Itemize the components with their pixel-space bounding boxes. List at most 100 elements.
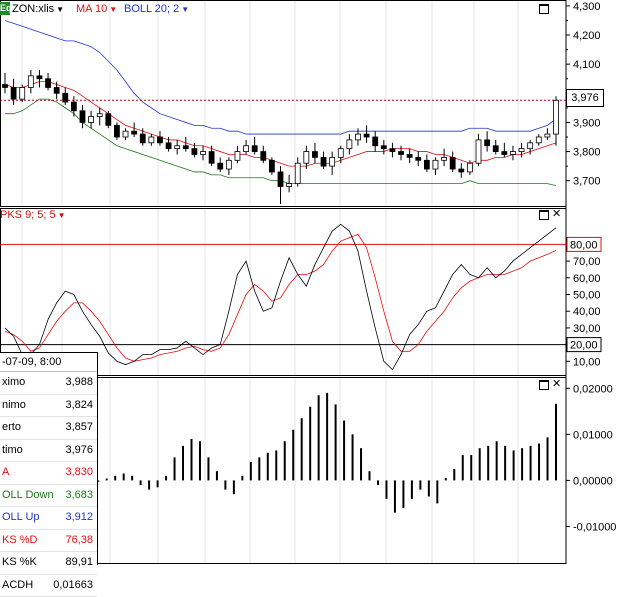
candle-body xyxy=(106,114,111,126)
candle-body xyxy=(373,137,378,146)
data-window-value: 89,91 xyxy=(65,552,93,574)
data-window-label: ACDH xyxy=(2,575,33,597)
data-window-row: OLL Up 3,912 xyxy=(0,507,97,530)
data-window-label: timo xyxy=(2,440,23,462)
candle-body xyxy=(166,143,171,149)
symbol-badge[interactable]: Eq xyxy=(0,2,10,15)
data-window-value: 3,912 xyxy=(65,507,93,529)
stochastic-level-label: 80,00 xyxy=(570,239,598,251)
candle-body xyxy=(140,134,145,143)
candle-body xyxy=(399,152,404,155)
data-window-row: KS %K89,91 xyxy=(0,552,97,575)
data-window-label: nimo xyxy=(2,395,26,417)
candle-body xyxy=(201,152,206,155)
candle-body xyxy=(123,131,128,137)
candle-body xyxy=(97,114,102,117)
candle-body xyxy=(390,149,395,152)
pane-frame xyxy=(1,209,567,376)
candle-body xyxy=(330,157,335,166)
stochastic-indicator-label[interactable]: PKS 9; 5; 5▼ xyxy=(0,209,66,221)
data-window-value: 3,988 xyxy=(65,372,93,394)
symbol-dropdown-icon[interactable]: ▼ xyxy=(56,5,64,14)
stochastic-d-line xyxy=(5,234,556,361)
candle-body xyxy=(20,87,25,99)
candle-body xyxy=(407,154,412,157)
data-window-value: 0,01663 xyxy=(53,575,93,597)
price-axis-tick-label: 4,300 xyxy=(573,1,601,13)
candle-body xyxy=(46,79,51,88)
candle-body xyxy=(355,134,360,140)
candle-body xyxy=(424,160,429,169)
candle-body xyxy=(175,146,180,149)
macd-axis-tick-label: 0,02000 xyxy=(573,383,613,395)
candle-body xyxy=(442,157,447,160)
candle-body xyxy=(519,149,524,152)
stochastic-pane-close-icon[interactable]: ✕ xyxy=(552,209,561,219)
stochastic-k-line xyxy=(5,224,556,369)
macd-axis-tick-label: 0,01000 xyxy=(573,429,613,441)
candle-body xyxy=(114,125,119,137)
candle-body xyxy=(71,102,76,111)
candle-body xyxy=(80,111,85,123)
candle-body xyxy=(218,163,223,169)
symbol-selector[interactable]: ZON:xlis▼ xyxy=(12,2,64,16)
stochastic-axis-tick-label: 40,00 xyxy=(573,306,601,318)
candle-body xyxy=(261,152,266,161)
price-axis-tick-label: 3,800 xyxy=(573,147,601,159)
stochastic-axis-tick-label: 70,00 xyxy=(573,256,601,268)
candle-body xyxy=(476,140,481,163)
data-window-label: ximo xyxy=(2,372,25,394)
candle-body xyxy=(502,152,507,155)
data-window-label: OLL Up xyxy=(2,507,40,529)
candle-body xyxy=(485,140,490,146)
candle-body xyxy=(278,172,283,187)
candle-body xyxy=(209,152,214,164)
candle-body xyxy=(536,137,541,143)
data-window-row: ximo 3,988 xyxy=(0,372,97,395)
price-pane-maximize-icon[interactable] xyxy=(539,4,549,14)
data-window-row: nimo3,824 xyxy=(0,395,97,418)
ma-dropdown-icon[interactable]: ▼ xyxy=(109,5,117,14)
candle-body xyxy=(467,163,472,172)
data-window-label: KS %D xyxy=(2,530,37,552)
boll-dropdown-icon[interactable]: ▼ xyxy=(181,5,189,14)
macd-pane-maximize-icon[interactable] xyxy=(539,380,549,390)
candle-body xyxy=(3,85,8,88)
macd-pane-close-icon[interactable]: ✕ xyxy=(552,379,561,389)
candle-body xyxy=(63,93,68,102)
stochastic-label: PKS 9; 5; 5 xyxy=(0,209,56,221)
candle-body xyxy=(132,131,137,134)
candle-body xyxy=(295,163,300,183)
stochastic-axis-tick-label: 10,00 xyxy=(573,356,601,368)
macd-axis-tick-label: 0,00000 xyxy=(573,475,613,487)
candle-body xyxy=(37,76,42,79)
boll-indicator-label[interactable]: BOLL 20; 2▼ xyxy=(124,2,189,16)
candle-body xyxy=(364,134,369,137)
data-window-row: erto3,857 xyxy=(0,417,97,440)
candle-body xyxy=(554,100,559,134)
chart-workspace: 3,7003,8003,9004,0004,1004,2004,30010,00… xyxy=(0,0,624,564)
data-window-label: erto xyxy=(2,417,21,439)
ma-line xyxy=(5,82,556,166)
candle-body xyxy=(183,146,188,149)
macd-axis-tick-label: -0,01000 xyxy=(573,521,616,533)
data-window-label: A xyxy=(2,462,9,484)
last-price-tag: 3,976 xyxy=(566,89,604,107)
ma-indicator-label[interactable]: MA 10▼ xyxy=(76,2,117,16)
stochastic-pane-maximize-icon[interactable] xyxy=(539,210,549,220)
candle-body xyxy=(89,117,94,123)
candle-body xyxy=(226,160,231,169)
stochastic-dropdown-icon[interactable]: ▼ xyxy=(58,211,66,220)
candle-body xyxy=(381,146,386,149)
price-axis-tick-label: 4,100 xyxy=(573,59,601,71)
stochastic-level-label: 20,00 xyxy=(570,340,598,352)
candle-body xyxy=(287,184,292,187)
price-axis-tick-label: 4,200 xyxy=(573,30,601,42)
symbol-label: ZON:xlis xyxy=(12,3,54,15)
candle-body xyxy=(321,157,326,166)
boll-label: BOLL 20; 2 xyxy=(124,3,179,15)
candle-body xyxy=(545,134,550,137)
candle-body xyxy=(304,152,309,164)
data-window: -07-09, 8:00 ximo3,988nimo3,824erto3,857… xyxy=(0,352,98,565)
data-window-row: timo3,976 xyxy=(0,440,97,463)
